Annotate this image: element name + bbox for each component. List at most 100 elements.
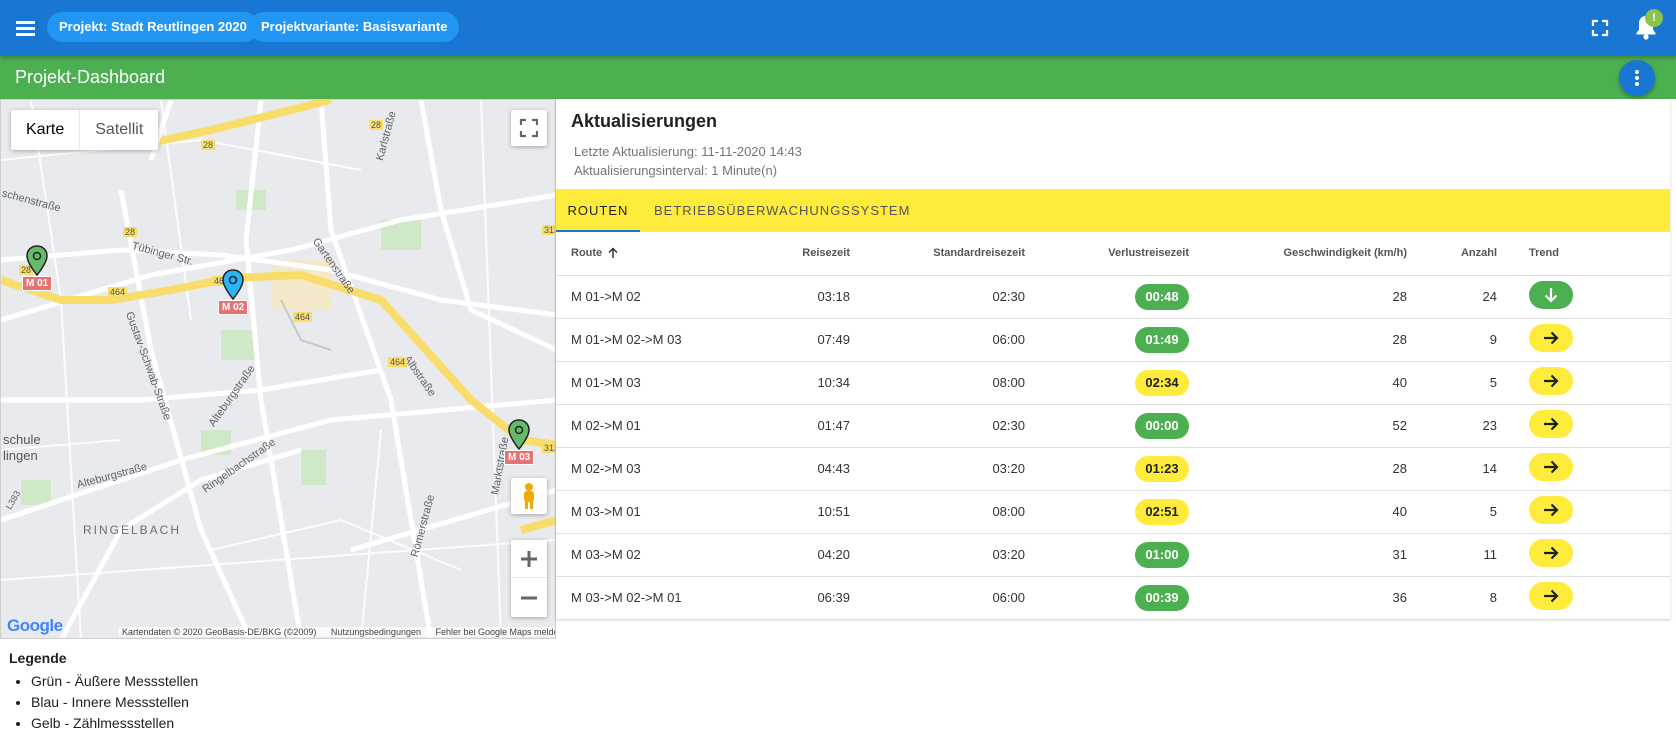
cell-geschwindigkeit: 31 <box>1205 533 1423 577</box>
cell-trend <box>1513 318 1670 362</box>
column-header-route[interactable]: Route <box>556 232 756 276</box>
zoom-out-button[interactable] <box>511 579 547 617</box>
fullscreen-icon[interactable] <box>1589 17 1611 39</box>
column-header-standardreisezeit[interactable]: Standardreisezeit <box>866 232 1041 276</box>
cell-route: M 03->M 01 <box>556 490 756 534</box>
cell-verlustreisezeit: 02:34 <box>1041 361 1205 405</box>
cell-route: M 01->M 03 <box>556 361 756 405</box>
terms-link[interactable]: Nutzungsbedingungen <box>331 627 421 637</box>
tab-bar: ROUTEN BETRIEBSÜBERWACHUNGSSYSTEM <box>556 189 1670 232</box>
last-update-text: Letzte Aktualisierung: 11-11-2020 14:43 <box>574 144 802 159</box>
table-row[interactable]: M 01->M 03 10:34 08:00 02:34 40 5 <box>556 361 1670 405</box>
arrow-right-icon <box>1544 503 1559 517</box>
legend: Legende Grün - Äußere Messstellen Blau -… <box>9 650 198 734</box>
trend-button[interactable] <box>1529 453 1573 481</box>
legend-item: Gelb - Zählmessstellen <box>31 713 198 734</box>
street-view-pegman-button[interactable] <box>511 478 547 514</box>
zoom-control <box>511 540 547 617</box>
trend-button[interactable] <box>1529 410 1573 438</box>
cell-trend <box>1513 490 1670 534</box>
map-fullscreen-button[interactable] <box>511 110 547 146</box>
trend-button[interactable] <box>1529 281 1573 309</box>
routes-table: Route Reisezeit Standardreisezeit Verlus… <box>556 232 1670 620</box>
cell-standardreisezeit: 03:20 <box>866 533 1041 577</box>
arrow-right-icon <box>1544 417 1559 431</box>
cell-geschwindigkeit: 40 <box>1205 490 1423 534</box>
zoom-in-button[interactable] <box>511 540 547 578</box>
table-row[interactable]: M 02->M 01 01:47 02:30 00:00 52 23 <box>556 404 1670 448</box>
map-type-map-button[interactable]: Karte <box>11 110 79 150</box>
cell-route: M 03->M 02->M 01 <box>556 576 756 620</box>
column-header-geschwindigkeit[interactable]: Geschwindigkeit (km/h) <box>1205 232 1423 276</box>
cell-anzahl: 14 <box>1423 447 1513 491</box>
road-label: 464 <box>388 357 408 367</box>
legend-title: Legende <box>9 650 67 666</box>
table-row[interactable]: M 01->M 02->M 03 07:49 06:00 01:49 28 9 <box>556 318 1670 362</box>
loss-time-badge: 01:49 <box>1135 326 1189 353</box>
project-chip[interactable]: Projekt: Stadt Reutlingen 2020 <box>47 12 259 42</box>
legend-list: Grün - Äußere Messstellen Blau - Innere … <box>31 671 198 734</box>
road-label: 464 <box>293 312 313 322</box>
report-error-link[interactable]: Fehler bei Google Maps melden <box>435 627 555 637</box>
sort-ascending-icon[interactable] <box>607 247 619 259</box>
cell-reisezeit: 04:20 <box>756 533 866 577</box>
cell-geschwindigkeit: 40 <box>1205 361 1423 405</box>
cell-trend <box>1513 361 1670 405</box>
table-row[interactable]: M 03->M 01 10:51 08:00 02:51 40 5 <box>556 490 1670 534</box>
column-header-trend[interactable]: Trend <box>1513 232 1670 276</box>
arrow-right-icon <box>1544 331 1559 345</box>
table-row[interactable]: M 03->M 02 04:20 03:20 01:00 31 11 <box>556 533 1670 577</box>
cell-standardreisezeit: 02:30 <box>866 404 1041 448</box>
map[interactable]: Tübinger Str. Gartenstraße Albstraße Alt… <box>0 99 556 639</box>
road-label: 313 <box>542 443 555 453</box>
trend-button[interactable] <box>1529 496 1573 524</box>
cell-anzahl: 8 <box>1423 576 1513 620</box>
cell-anzahl: 11 <box>1423 533 1513 577</box>
menu-icon[interactable] <box>12 14 40 42</box>
road-label: 28 <box>201 140 216 150</box>
cell-standardreisezeit: 02:30 <box>866 275 1041 319</box>
pegman-icon <box>524 483 534 509</box>
panel-title: Aktualisierungen <box>571 111 718 131</box>
trend-button[interactable] <box>1529 324 1573 352</box>
tab-routen[interactable]: ROUTEN <box>556 189 640 232</box>
attribution-data: Kartendaten © 2020 GeoBasis-DE/BKG (©200… <box>122 627 317 637</box>
google-logo-text: Google <box>7 616 63 635</box>
legend-item: Blau - Innere Messstellen <box>31 692 198 713</box>
marker-label: M 01 <box>22 276 53 291</box>
cell-route: M 01->M 02->M 03 <box>556 318 756 362</box>
trend-button[interactable] <box>1529 582 1573 610</box>
title-bar: Projekt-Dashboard <box>0 56 1676 99</box>
map-fullscreen-icon <box>519 118 539 138</box>
cell-verlustreisezeit: 01:23 <box>1041 447 1205 491</box>
map-marker-blue-pin-icon[interactable] <box>218 268 248 302</box>
trend-button[interactable] <box>1529 539 1573 567</box>
column-header-anzahl[interactable]: Anzahl <box>1423 232 1513 276</box>
column-header-verlustreisezeit[interactable]: Verlustreisezeit <box>1041 232 1205 276</box>
project-variant-chip[interactable]: Projektvariante: Basisvariante <box>249 12 460 42</box>
map-marker-green-pin-icon[interactable] <box>22 244 52 278</box>
table-row[interactable]: M 01->M 02 03:18 02:30 00:48 28 24 <box>556 275 1670 319</box>
place-label-school: schule <box>3 432 41 447</box>
cell-reisezeit: 10:34 <box>756 361 866 405</box>
table-row[interactable]: M 02->M 03 04:43 03:20 01:23 28 14 <box>556 447 1670 491</box>
tab-betriebsueberwachungssystem[interactable]: BETRIEBSÜBERWACHUNGSSYSTEM <box>654 189 910 232</box>
trend-button[interactable] <box>1529 367 1573 395</box>
loss-time-badge: 00:39 <box>1135 584 1189 611</box>
page-title: Projekt-Dashboard <box>15 67 166 87</box>
map-type-satellite-button[interactable]: Satellit <box>79 110 158 150</box>
map-marker-green-pin-icon[interactable] <box>504 418 534 452</box>
cell-geschwindigkeit: 28 <box>1205 447 1423 491</box>
cell-route: M 02->M 01 <box>556 404 756 448</box>
cell-geschwindigkeit: 36 <box>1205 576 1423 620</box>
cell-verlustreisezeit: 02:51 <box>1041 490 1205 534</box>
cell-reisezeit: 03:18 <box>756 275 866 319</box>
column-header-reisezeit[interactable]: Reisezeit <box>756 232 866 276</box>
cell-standardreisezeit: 06:00 <box>866 576 1041 620</box>
cell-anzahl: 5 <box>1423 361 1513 405</box>
cell-reisezeit: 07:49 <box>756 318 866 362</box>
more-options-button[interactable] <box>1619 60 1655 96</box>
table-row[interactable]: M 03->M 02->M 01 06:39 06:00 00:39 36 8 <box>556 576 1670 620</box>
cell-anzahl: 24 <box>1423 275 1513 319</box>
minus-icon <box>521 596 537 600</box>
